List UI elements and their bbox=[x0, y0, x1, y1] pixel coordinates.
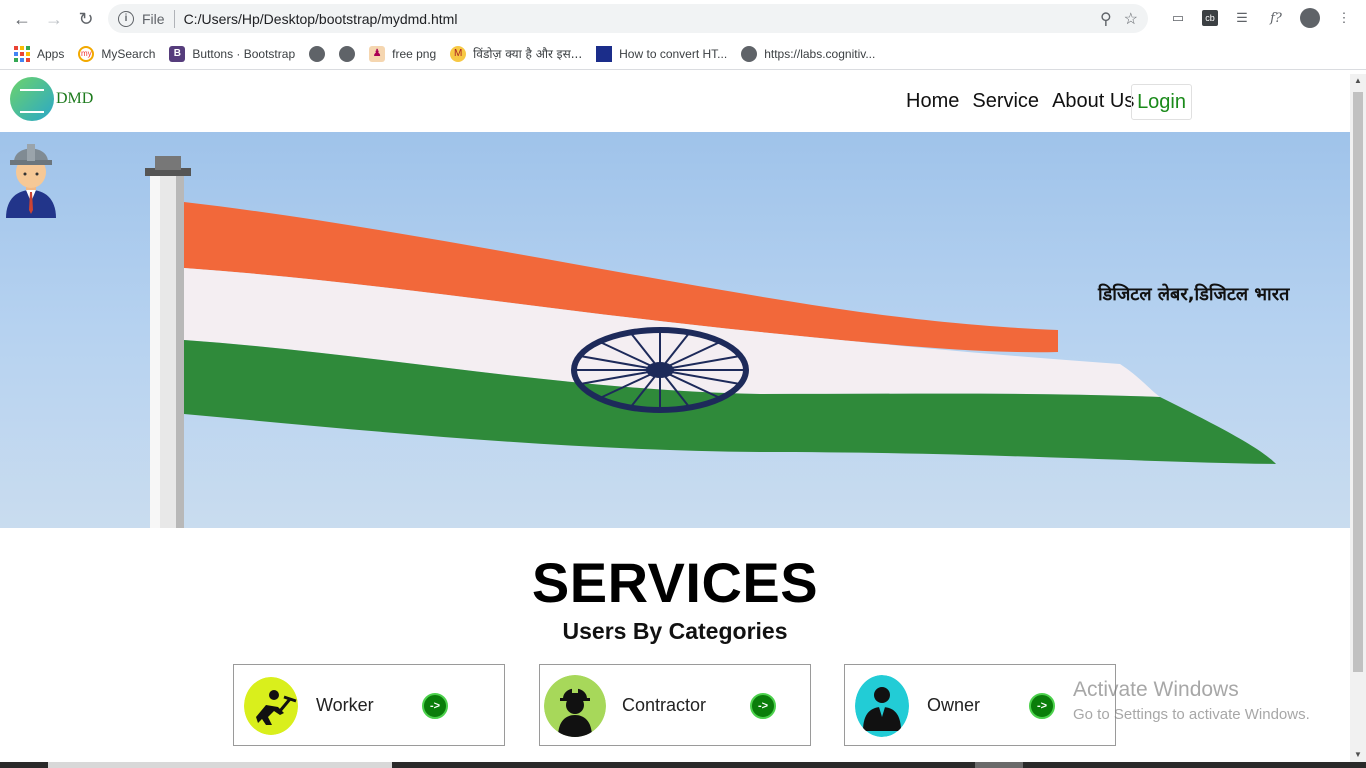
construction-worker-icon bbox=[6, 144, 56, 218]
hero-banner: डिजिटल लेबर,डिजिटल भारत bbox=[0, 132, 1350, 528]
taskbar-segment bbox=[48, 762, 392, 768]
scroll-down-arrow-icon[interactable]: ▼ bbox=[1353, 750, 1363, 760]
category-card-worker[interactable]: Worker -> bbox=[233, 664, 505, 746]
bookmark-apps[interactable]: Apps bbox=[14, 45, 65, 62]
bookmark-label: Apps bbox=[37, 46, 65, 61]
globe-icon bbox=[741, 45, 758, 62]
contractor-icon bbox=[544, 675, 606, 737]
flag-icon bbox=[596, 45, 613, 62]
nav-service[interactable]: Service bbox=[972, 90, 1039, 113]
cb-extension-icon[interactable]: cb bbox=[1202, 10, 1218, 26]
nav-menu: Home Service About Us bbox=[906, 90, 1134, 113]
activate-subtitle: Go to Settings to activate Windows. bbox=[1073, 706, 1310, 723]
browser-toolbar: ← → ↻ i File C:/Users/Hp/Desktop/bootstr… bbox=[0, 0, 1366, 38]
bookmark-globe-1[interactable] bbox=[309, 45, 326, 62]
bookmark-label: https://labs.cognitiv... bbox=[764, 46, 876, 61]
bookmark-freepng[interactable]: ♟ free png bbox=[369, 45, 437, 62]
reload-icon[interactable]: ↻ bbox=[70, 3, 102, 35]
site-info-icon[interactable]: i bbox=[118, 10, 134, 27]
taskbar-strip bbox=[0, 762, 1366, 768]
globe-icon bbox=[309, 45, 326, 62]
bookmarks-bar: Apps my MySearch B Buttons · Bootstrap ♟… bbox=[0, 38, 1366, 70]
bootstrap-icon: B bbox=[169, 45, 186, 62]
scrollbar-thumb[interactable] bbox=[1353, 92, 1363, 672]
bookmark-star-icon[interactable]: ☆ bbox=[1124, 9, 1138, 29]
go-arrow-button[interactable]: -> bbox=[750, 693, 776, 719]
nav-home[interactable]: Home bbox=[906, 90, 959, 113]
site-logo[interactable]: DMD bbox=[10, 77, 93, 121]
extensions-area: ▭ cb ☰ f? ⋮ bbox=[1168, 6, 1354, 30]
bookmark-mysearch[interactable]: my MySearch bbox=[78, 45, 156, 62]
bookmark-label: MySearch bbox=[101, 46, 156, 61]
bookmark-label: विंडोज़ क्या है और इस... bbox=[473, 47, 583, 61]
page-viewport: DMD Home Service About Us Login डिजिटल ल… bbox=[0, 74, 1350, 762]
mysearch-icon: my bbox=[78, 45, 95, 62]
go-arrow-button[interactable]: -> bbox=[1029, 693, 1055, 719]
hero-tagline: डिजिटल लेबर,डिजिटल भारत bbox=[1098, 284, 1290, 305]
apps-grid-icon bbox=[14, 45, 30, 62]
nav-about[interactable]: About Us bbox=[1052, 90, 1134, 113]
translate-icon[interactable]: ☰ bbox=[1232, 8, 1252, 28]
activate-windows-watermark: Activate Windows Go to Settings to activ… bbox=[1073, 678, 1310, 723]
worker-icon bbox=[244, 677, 298, 735]
bookmark-globe-2[interactable] bbox=[339, 45, 356, 62]
services-subheading: Users By Categories bbox=[562, 618, 788, 644]
taskbar-segment bbox=[975, 762, 1023, 768]
forward-arrow-icon[interactable]: → bbox=[38, 3, 70, 35]
category-card-contractor[interactable]: Contractor -> bbox=[539, 664, 811, 746]
menu-kebab-icon[interactable]: ⋮ bbox=[1334, 8, 1354, 28]
indian-flag-image bbox=[145, 156, 1276, 528]
go-arrow-button[interactable]: -> bbox=[422, 693, 448, 719]
bookmark-convert[interactable]: How to convert HT... bbox=[596, 45, 728, 62]
services-heading: SERVICES bbox=[531, 551, 819, 614]
category-label: Owner bbox=[927, 695, 981, 715]
omnibox-separator bbox=[173, 9, 175, 28]
logo-circuit-icon bbox=[10, 77, 54, 121]
url-scheme: File bbox=[142, 10, 165, 27]
hindi-site-icon: M bbox=[450, 45, 467, 62]
back-arrow-icon[interactable]: ← bbox=[6, 3, 38, 35]
site-navbar: DMD Home Service About Us Login bbox=[0, 74, 1350, 132]
category-label: Worker bbox=[316, 695, 374, 715]
activate-title: Activate Windows bbox=[1073, 678, 1239, 701]
freepng-icon: ♟ bbox=[369, 45, 386, 62]
globe-icon bbox=[339, 45, 356, 62]
bookmark-bootstrap[interactable]: B Buttons · Bootstrap bbox=[169, 45, 296, 62]
owner-icon bbox=[855, 675, 909, 737]
login-button[interactable]: Login bbox=[1131, 84, 1192, 120]
scroll-up-arrow-icon[interactable]: ▲ bbox=[1353, 76, 1363, 86]
function-extension-icon[interactable]: f? bbox=[1266, 8, 1286, 28]
zoom-icon[interactable]: ⚲ bbox=[1100, 9, 1112, 29]
bookmark-hindi[interactable]: M विंडोज़ क्या है और इस... bbox=[450, 45, 582, 62]
url-text[interactable]: C:/Users/Hp/Desktop/bootstrap/mydmd.html bbox=[184, 11, 458, 27]
bookmark-cognitive[interactable]: https://labs.cognitiv... bbox=[741, 45, 876, 62]
cast-icon[interactable]: ▭ bbox=[1168, 8, 1188, 28]
profile-avatar-icon[interactable] bbox=[1300, 8, 1320, 28]
bookmark-label: How to convert HT... bbox=[619, 46, 728, 61]
bookmark-label: free png bbox=[392, 46, 437, 61]
bookmark-label: Buttons · Bootstrap bbox=[192, 46, 296, 61]
page-scrollbar[interactable]: ▲ ▼ bbox=[1350, 74, 1366, 762]
logo-text: DMD bbox=[56, 90, 94, 107]
address-bar[interactable]: i File C:/Users/Hp/Desktop/bootstrap/myd… bbox=[108, 4, 1148, 33]
category-label: Contractor bbox=[622, 695, 707, 715]
